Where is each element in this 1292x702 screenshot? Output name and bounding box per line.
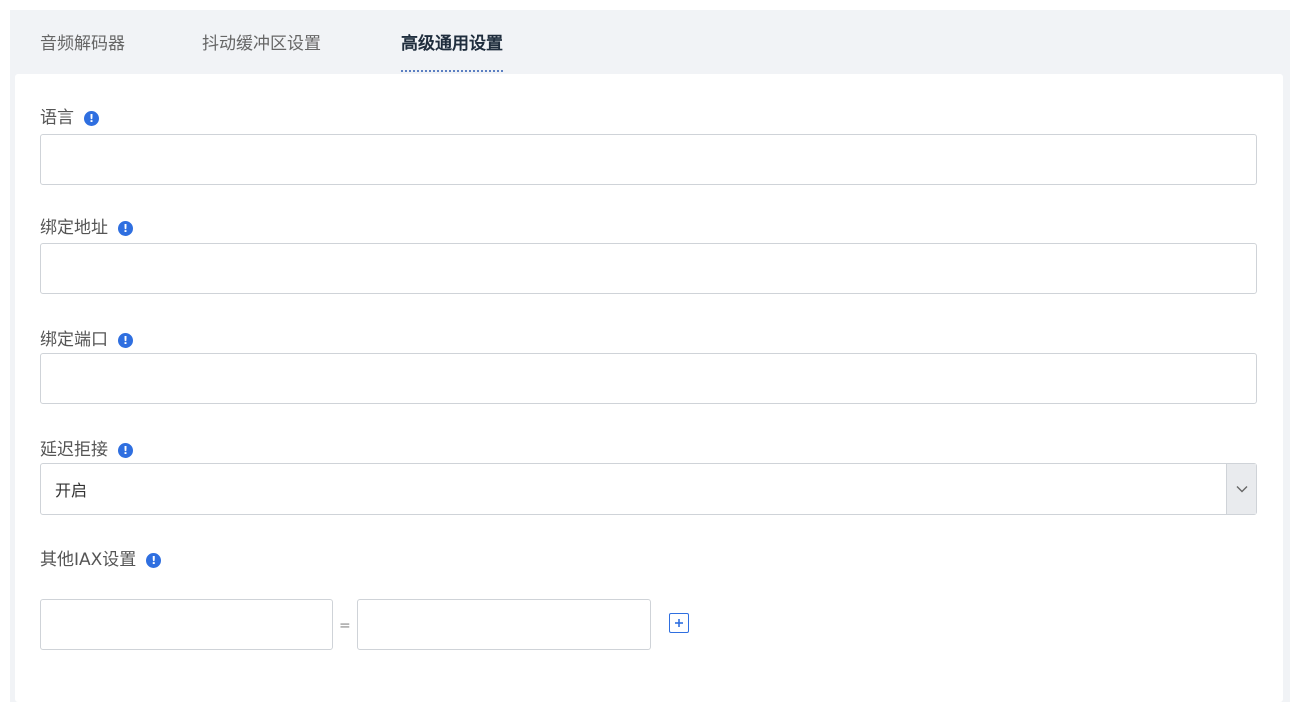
other-iax-key-input[interactable]: [40, 599, 333, 650]
delay-reject-select[interactable]: 开启: [40, 463, 1257, 515]
settings-panel: 语言 ! 绑定地址 ! 绑定端口 ! 延迟拒接 ! 开启 其他IAX设置 ! =: [15, 74, 1283, 702]
tab-label: 高级通用设置: [401, 34, 503, 54]
info-icon[interactable]: !: [118, 220, 133, 236]
chevron-down-icon[interactable]: [1226, 464, 1256, 514]
other-iax-value-input[interactable]: [357, 599, 651, 650]
delay-reject-selected-value: 开启: [55, 481, 88, 500]
bind-address-input[interactable]: [40, 243, 1257, 294]
language-label: 语言 !: [40, 106, 99, 130]
language-input[interactable]: [40, 134, 1257, 185]
bind-address-label: 绑定地址 !: [40, 216, 133, 240]
info-icon[interactable]: !: [146, 552, 162, 568]
tab-audio-codec[interactable]: 音频解码器: [40, 32, 125, 74]
bind-port-label: 绑定端口 !: [40, 328, 133, 352]
other-iax-label-text: 其他IAX设置: [40, 550, 137, 570]
other-iax-label: 其他IAX设置 !: [40, 548, 162, 572]
tab-underline: [401, 69, 503, 72]
bind-port-label-text: 绑定端口: [40, 330, 108, 350]
info-icon[interactable]: !: [118, 332, 133, 348]
tab-jitter-buffer[interactable]: 抖动缓冲区设置: [202, 32, 321, 74]
tab-bar: 音频解码器 抖动缓冲区设置 高级通用设置: [10, 10, 1290, 74]
language-label-text: 语言: [40, 108, 74, 128]
plus-square-icon[interactable]: [669, 613, 689, 633]
tab-label: 音频解码器: [40, 34, 125, 54]
bind-port-input[interactable]: [40, 353, 1257, 404]
delay-reject-label-text: 延迟拒接: [40, 440, 108, 460]
delay-reject-label: 延迟拒接 !: [40, 438, 133, 462]
page: 音频解码器 抖动缓冲区设置 高级通用设置 语言 ! 绑定地址 ! 绑定端口 !: [0, 0, 1292, 702]
info-icon[interactable]: !: [84, 110, 99, 126]
tab-advanced-general[interactable]: 高级通用设置: [401, 32, 503, 74]
info-icon[interactable]: !: [118, 442, 133, 458]
equals-sign: =: [339, 618, 351, 634]
bind-address-label-text: 绑定地址: [40, 218, 108, 238]
tab-label: 抖动缓冲区设置: [202, 34, 321, 54]
